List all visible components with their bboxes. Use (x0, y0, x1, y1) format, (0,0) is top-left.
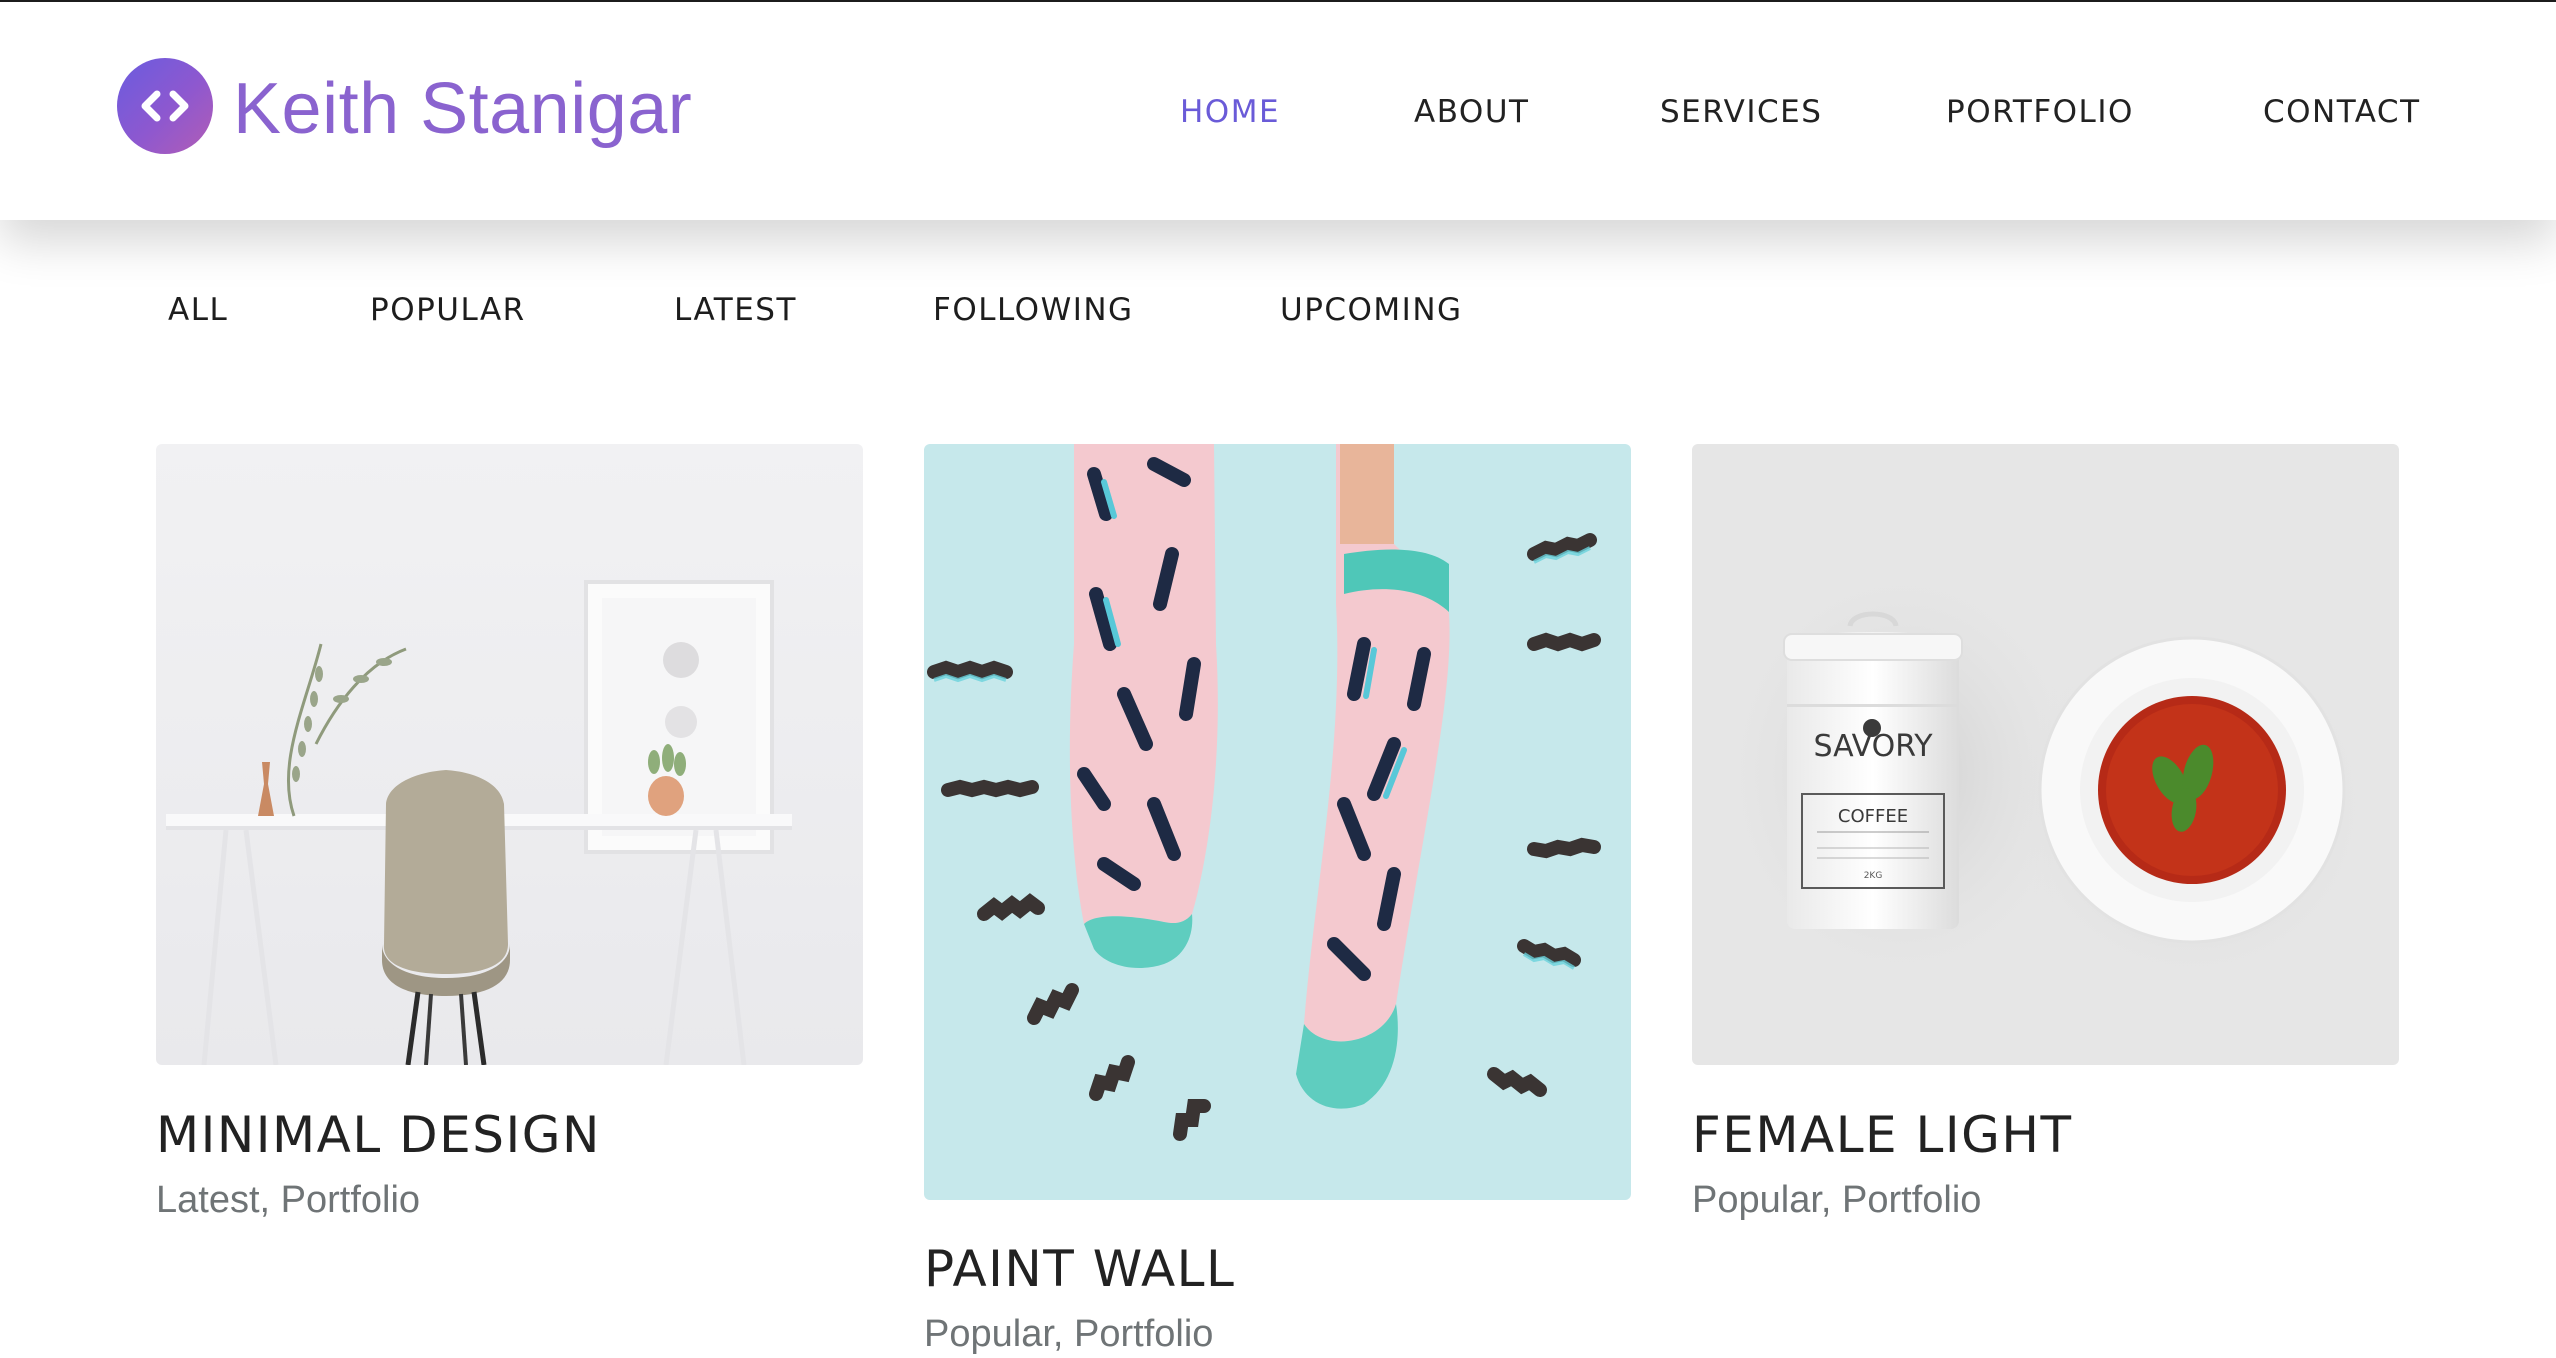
code-brackets-icon (141, 90, 189, 122)
product-label: COFFEE (1838, 806, 1908, 827)
nav-portfolio[interactable]: PORTFOLIO (1946, 92, 2134, 132)
card-image-paint-wall[interactable] (924, 444, 1631, 1200)
card-title-female-light[interactable]: FEMALE LIGHT (1692, 1105, 2073, 1165)
tag-link[interactable]: Portfolio (1842, 1179, 1981, 1221)
tag-link[interactable]: Portfolio (1074, 1313, 1213, 1355)
card-image-minimal-design[interactable] (156, 444, 863, 1065)
tag-link[interactable]: Latest (156, 1179, 260, 1221)
filter-latest[interactable]: LATEST (674, 290, 797, 330)
nav-home[interactable]: HOME (1180, 92, 1280, 132)
nav-contact[interactable]: CONTACT (2263, 92, 2421, 132)
product-weight: 2KG (1864, 871, 1883, 881)
coffee-tin-soup-photo: SAVORY COFFEE 2KG (1692, 444, 2399, 1065)
card-tags-paint-wall: Popular, Portfolio (924, 1313, 1214, 1355)
card-tags-minimal-design: Latest, Portfolio (156, 1179, 421, 1221)
brand-name[interactable]: Keith Stanigar (233, 66, 692, 152)
nav-about[interactable]: ABOUT (1414, 92, 1529, 132)
tag-link[interactable]: Popular (1692, 1179, 1821, 1221)
filter-all[interactable]: ALL (168, 290, 228, 330)
site-header: Keith Stanigar HOME ABOUT SERVICES PORTF… (0, 2, 2556, 220)
filter-upcoming[interactable]: UPCOMING (1280, 290, 1463, 330)
tag-link[interactable]: Portfolio (281, 1179, 420, 1221)
logo[interactable] (117, 58, 213, 154)
patterned-socks-photo (924, 444, 1631, 1200)
tag-link[interactable]: Popular (924, 1313, 1053, 1355)
filter-following[interactable]: FOLLOWING (933, 290, 1134, 330)
filter-popular[interactable]: POPULAR (370, 290, 526, 330)
card-image-female-light[interactable]: SAVORY COFFEE 2KG (1692, 444, 2399, 1065)
card-title-paint-wall[interactable]: PAINT WALL (924, 1239, 1235, 1299)
card-title-minimal-design[interactable]: MINIMAL DESIGN (156, 1105, 601, 1165)
card-tags-female-light: Popular, Portfolio (1692, 1179, 1982, 1221)
nav-services[interactable]: SERVICES (1660, 92, 1822, 132)
desk-chair-photo (156, 444, 863, 1065)
